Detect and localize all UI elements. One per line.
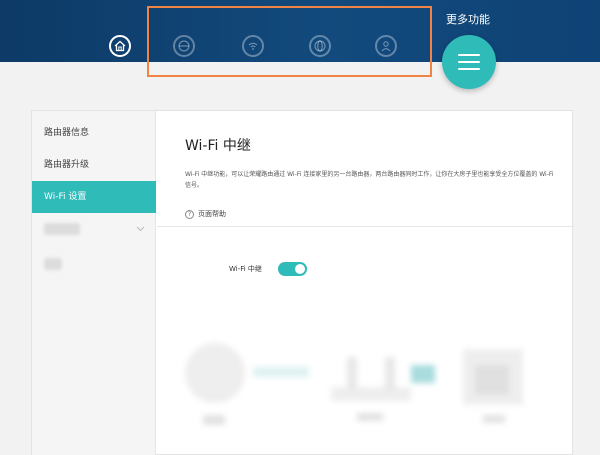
blurred-sidebar-item: [44, 258, 62, 270]
more-features-label[interactable]: 更多功能: [446, 11, 490, 27]
help-icon: ?: [185, 209, 194, 219]
home-icon[interactable]: [109, 35, 131, 57]
toggle-knob: [295, 264, 305, 274]
page-description: Wi-Fi 中继功能，可以让荣耀路由通过 Wi-Fi 连接家里的另一台路由器，两…: [185, 171, 554, 189]
help-label: 页面帮助: [198, 210, 226, 218]
settings-panel: 路由器信息 路由器升级 Wi-Fi 设置 Wi-Fi 中继 Wi-Fi 中继功能…: [31, 110, 574, 455]
sidebar-item-wifi-settings[interactable]: Wi-Fi 设置: [32, 181, 156, 213]
menu-button[interactable]: [442, 35, 496, 89]
relay-illustration: [185, 343, 523, 425]
sidebar-item-router-upgrade[interactable]: 路由器升级: [32, 149, 156, 181]
chevron-down-icon[interactable]: [136, 226, 145, 232]
sidebar: 路由器信息 路由器升级 Wi-Fi 设置: [32, 111, 156, 455]
wifi-relay-toggle[interactable]: [278, 262, 307, 276]
divider: [157, 226, 574, 227]
page-title: Wi-Fi 中继: [185, 138, 251, 154]
blurred-sidebar-item: [44, 223, 80, 235]
page-help-link[interactable]: ? 页面帮助: [185, 209, 226, 219]
wifi-relay-toggle-label: Wi-Fi 中继: [229, 265, 262, 273]
main-content: Wi-Fi 中继 Wi-Fi 中继功能，可以让荣耀路由通过 Wi-Fi 连接家里…: [157, 111, 574, 455]
sidebar-item-router-info[interactable]: 路由器信息: [32, 117, 156, 149]
highlight-annotation-box: [147, 6, 432, 77]
